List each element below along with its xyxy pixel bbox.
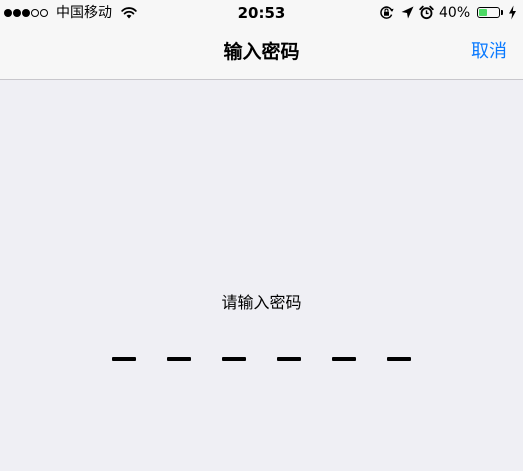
status-bar: 中国移动 20:53 40% (0, 0, 523, 26)
passcode-slot (277, 357, 301, 361)
passcode-slot (167, 357, 191, 361)
passcode-prompt: 请输入密码 (221, 293, 302, 312)
cancel-button[interactable]: 取消 (471, 26, 507, 78)
rotation-lock-icon (380, 6, 394, 19)
navigation-bar: 输入密码 取消 (0, 26, 523, 80)
battery-level-fill (479, 9, 487, 16)
passcode-field[interactable] (0, 356, 523, 376)
page-title: 输入密码 (223, 41, 300, 63)
location-arrow-icon (401, 6, 414, 19)
battery-percentage: 40% (439, 5, 471, 21)
passcode-slot (332, 357, 356, 361)
passcode-slot (222, 357, 246, 361)
battery-icon (477, 7, 500, 18)
passcode-slot (112, 357, 136, 361)
alarm-clock-icon (419, 5, 434, 20)
passcode-slot (387, 357, 411, 361)
charging-bolt-icon (509, 5, 516, 20)
battery-cap (501, 10, 503, 15)
